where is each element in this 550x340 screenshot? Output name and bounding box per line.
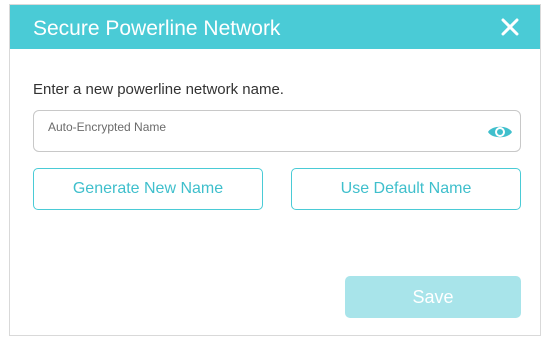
dialog-header: Secure Powerline Network [10,5,540,49]
network-name-field [33,110,521,152]
use-default-name-button[interactable]: Use Default Name [291,168,521,210]
generate-new-name-button[interactable]: Generate New Name [33,168,263,210]
close-icon[interactable] [500,17,520,37]
network-name-input[interactable] [48,117,478,137]
dialog-title: Secure Powerline Network [33,17,281,40]
secure-powerline-dialog: Secure Powerline Network Enter a new pow… [9,4,541,336]
eye-icon[interactable] [487,123,513,141]
instruction-text: Enter a new powerline network name. [33,81,284,98]
save-button[interactable]: Save [345,276,521,318]
